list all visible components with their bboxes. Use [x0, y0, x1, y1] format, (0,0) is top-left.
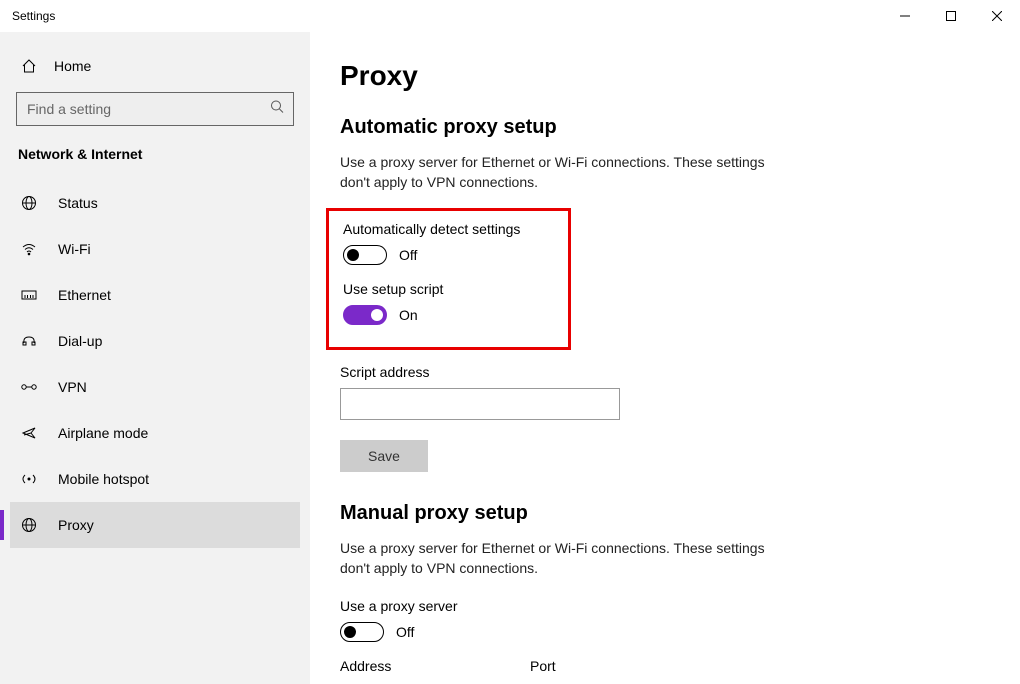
sidebar-item-airplane[interactable]: Airplane mode [10, 410, 300, 456]
close-icon [992, 11, 1002, 21]
auto-detect-state: Off [399, 247, 417, 263]
sidebar-item-label: Dial-up [58, 333, 102, 349]
save-button[interactable]: Save [340, 440, 428, 472]
use-script-label: Use setup script [343, 281, 554, 297]
search-icon [270, 100, 284, 119]
main-panel: Proxy Automatic proxy setup Use a proxy … [310, 32, 1020, 684]
sidebar-item-label: Airplane mode [58, 425, 148, 441]
search-box[interactable] [16, 92, 294, 126]
sidebar-item-hotspot[interactable]: Mobile hotspot [10, 456, 300, 502]
globe-icon [18, 195, 40, 211]
auto-detect-label: Automatically detect settings [343, 221, 554, 237]
sidebar-item-label: Wi-Fi [58, 241, 91, 257]
sidebar-item-label: Proxy [58, 517, 94, 533]
sidebar-item-label: Ethernet [58, 287, 111, 303]
window-controls [882, 0, 1020, 32]
sidebar-item-dialup[interactable]: Dial-up [10, 318, 300, 364]
minimize-icon [900, 11, 910, 21]
sidebar: Home Network & Internet Status Wi-Fi [0, 32, 310, 684]
sidebar-item-vpn[interactable]: VPN [10, 364, 300, 410]
settings-window: Settings Home [0, 0, 1020, 684]
manual-setup-desc: Use a proxy server for Ethernet or Wi-Fi… [340, 539, 770, 578]
use-proxy-state: Off [396, 624, 414, 640]
use-proxy-toggle[interactable] [340, 622, 384, 642]
auto-setup-heading: Automatic proxy setup [340, 116, 980, 139]
search-input[interactable] [16, 92, 294, 126]
dialup-icon [18, 333, 40, 349]
sidebar-item-wifi[interactable]: Wi-Fi [10, 226, 300, 272]
use-script-toggle[interactable] [343, 305, 387, 325]
sidebar-section-heading: Network & Internet [10, 146, 300, 180]
close-button[interactable] [974, 0, 1020, 32]
auto-setup-desc: Use a proxy server for Ethernet or Wi-Fi… [340, 153, 770, 192]
manual-port-label: Port [530, 658, 556, 674]
use-proxy-label: Use a proxy server [340, 598, 980, 614]
use-script-state: On [399, 307, 418, 323]
sidebar-item-label: VPN [58, 379, 87, 395]
highlight-annotation: Automatically detect settings Off Use se… [326, 208, 571, 350]
auto-detect-toggle[interactable] [343, 245, 387, 265]
titlebar: Settings [0, 0, 1020, 32]
manual-setup-heading: Manual proxy setup [340, 502, 980, 525]
sidebar-home[interactable]: Home [10, 50, 300, 82]
page-title: Proxy [340, 60, 980, 92]
sidebar-item-proxy[interactable]: Proxy [10, 502, 300, 548]
wifi-icon [18, 241, 40, 257]
sidebar-item-status[interactable]: Status [10, 180, 300, 226]
sidebar-item-label: Status [58, 195, 98, 211]
sidebar-item-label: Mobile hotspot [58, 471, 149, 487]
maximize-icon [946, 11, 956, 21]
sidebar-item-ethernet[interactable]: Ethernet [10, 272, 300, 318]
proxy-icon [18, 517, 40, 533]
minimize-button[interactable] [882, 0, 928, 32]
maximize-button[interactable] [928, 0, 974, 32]
home-label: Home [54, 58, 91, 74]
hotspot-icon [18, 471, 40, 487]
airplane-icon [18, 425, 40, 441]
window-title: Settings [12, 9, 55, 23]
ethernet-icon [18, 287, 40, 303]
vpn-icon [18, 379, 40, 395]
manual-address-label: Address [340, 658, 500, 674]
script-address-label: Script address [340, 364, 980, 380]
home-icon [18, 58, 40, 74]
content-area: Home Network & Internet Status Wi-Fi [0, 32, 1020, 684]
script-address-input[interactable] [340, 388, 620, 420]
